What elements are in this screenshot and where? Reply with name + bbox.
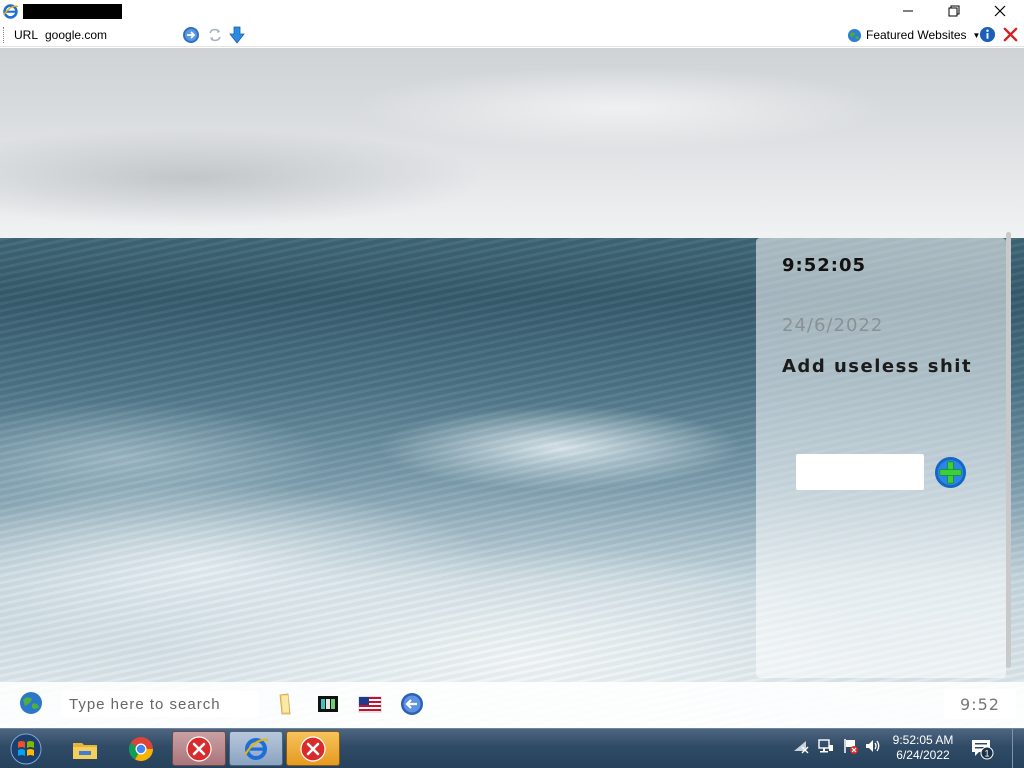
action-center-flag-icon[interactable] <box>841 737 859 755</box>
minimize-button[interactable] <box>885 0 931 22</box>
url-field[interactable]: google.com <box>45 28 107 42</box>
title-bar <box>0 0 1024 23</box>
taskbar-chrome[interactable] <box>114 731 168 766</box>
taskbar-file-explorer[interactable] <box>58 731 112 766</box>
system-clock-time: 9:52:05 AM <box>892 733 954 747</box>
notifications-icon[interactable]: 1 <box>970 738 994 760</box>
widget-date: 24/6/2022 <box>782 315 884 336</box>
widget-panel: 9:52:05 24/6/2022 Add useless shit <box>756 238 1006 678</box>
taskbar-internet-explorer[interactable] <box>229 731 283 766</box>
folder-icon[interactable] <box>274 692 298 716</box>
film-map-icon[interactable] <box>316 692 340 716</box>
globe-icon[interactable] <box>19 691 43 715</box>
go-arrow-icon[interactable] <box>182 26 200 44</box>
network-monitor-icon[interactable] <box>817 737 835 755</box>
chrome-icon <box>128 736 153 761</box>
minimize-icon <box>903 10 913 12</box>
refresh-icon[interactable] <box>206 26 224 44</box>
close-icon <box>994 5 1006 17</box>
show-desktop-button[interactable] <box>1012 729 1024 768</box>
url-label: URL <box>14 28 39 42</box>
start-button-windows-icon[interactable] <box>6 732 46 766</box>
background-sky <box>0 48 1024 240</box>
system-clock[interactable]: 9:52:05 AM 6/24/2022 <box>884 733 962 763</box>
page-viewport: 9:52:05 24/6/2022 Add useless shit Type … <box>0 48 1024 728</box>
restore-button[interactable] <box>931 0 977 22</box>
add-plus-icon[interactable] <box>934 456 967 489</box>
widget-heading: Add useless shit <box>782 356 973 377</box>
red-close-icon[interactable] <box>1002 26 1019 43</box>
taskbar-error-app-1[interactable] <box>172 731 226 766</box>
download-arrow-icon[interactable] <box>228 26 246 44</box>
network-disconnected-icon[interactable] <box>792 737 810 755</box>
window-title-redacted <box>23 4 122 19</box>
error-icon <box>300 735 326 762</box>
page-scrollbar[interactable] <box>1006 232 1012 668</box>
taskbar: 9:52:05 AM 6/24/2022 1 <box>0 728 1024 768</box>
file-explorer-icon <box>73 742 97 759</box>
featured-websites-label: Featured Websites <box>866 28 967 42</box>
address-bar: URL google.com Featured Websites ▼ <box>0 23 1024 47</box>
info-icon[interactable] <box>979 26 996 43</box>
us-flag-icon[interactable] <box>358 692 382 716</box>
search-input[interactable] <box>61 691 258 717</box>
taskbar-error-app-2[interactable] <box>286 731 340 766</box>
internet-explorer-icon <box>3 4 19 19</box>
widget-clock: 9:52:05 <box>782 255 867 276</box>
page-dock: 9:52 <box>0 682 1024 728</box>
volume-icon[interactable] <box>864 737 882 755</box>
restore-icon <box>948 5 960 17</box>
globe-icon <box>847 28 862 42</box>
toolbar-grip[interactable] <box>3 27 5 43</box>
close-window-button[interactable] <box>977 0 1023 22</box>
featured-websites-menu[interactable]: Featured Websites ▼ <box>847 26 980 44</box>
scroll-thumb[interactable] <box>1006 232 1011 668</box>
error-icon <box>186 735 212 762</box>
dock-clock: 9:52 <box>944 689 1016 719</box>
system-clock-date: 6/24/2022 <box>896 748 950 762</box>
back-arrow-icon[interactable] <box>400 692 424 716</box>
internet-explorer-icon <box>244 737 269 760</box>
notification-count: 1 <box>984 749 989 759</box>
add-item-input[interactable] <box>796 454 924 490</box>
